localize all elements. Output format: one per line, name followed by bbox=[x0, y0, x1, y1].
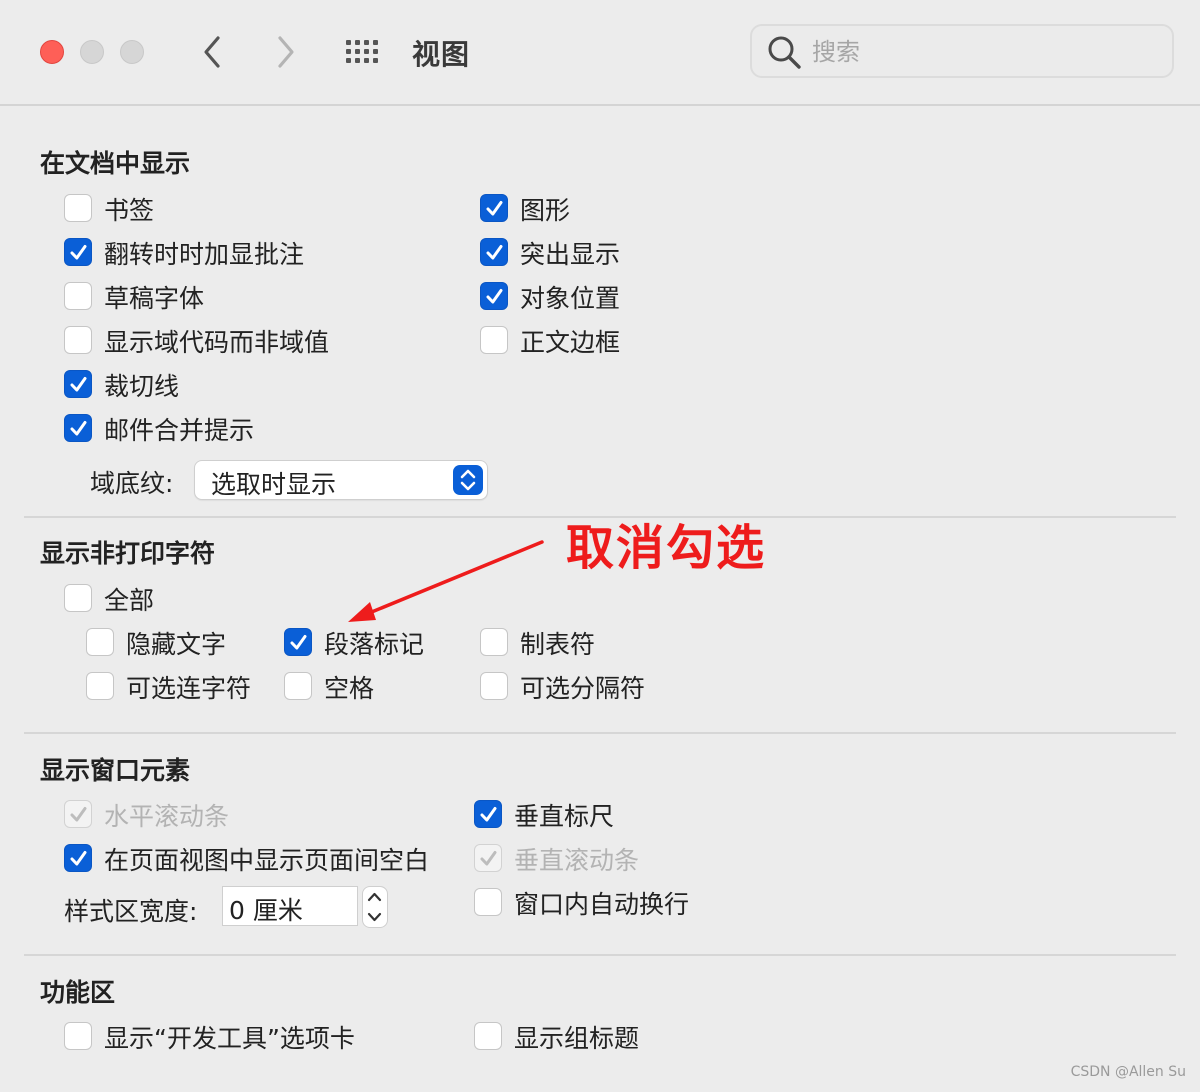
close-button[interactable] bbox=[40, 40, 64, 64]
checkbox-box bbox=[474, 844, 502, 872]
checkmark-icon bbox=[70, 377, 87, 392]
checkbox-label: 在页面视图中显示页面间空白 bbox=[104, 846, 430, 875]
checkmark-icon bbox=[486, 245, 503, 260]
checkbox-label: 隐藏文字 bbox=[126, 630, 227, 659]
checkbox-label: 水平滚动条 bbox=[104, 802, 230, 831]
checkbox-box[interactable] bbox=[480, 628, 508, 656]
chevron-left-icon bbox=[204, 36, 220, 68]
window-title: 视图 bbox=[412, 38, 471, 71]
checkbox-label: 垂直滚动条 bbox=[514, 846, 640, 875]
checkbox-label: 图形 bbox=[520, 196, 571, 225]
checkbox-label: 窗口内自动换行 bbox=[514, 890, 690, 919]
checkbox-label: 垂直标尺 bbox=[514, 802, 615, 831]
checkbox-box[interactable] bbox=[64, 326, 92, 354]
up-down-chevron-icon bbox=[460, 469, 476, 491]
checkbox-label: 全部 bbox=[104, 586, 155, 615]
section-title-nonprinting: 显示非打印字符 bbox=[40, 539, 216, 568]
section-title-ribbon: 功能区 bbox=[40, 978, 116, 1007]
annotation-label: 取消勾选 bbox=[566, 520, 767, 576]
style-area-width-input[interactable]: 0 厘米 bbox=[222, 886, 358, 926]
checkmark-icon bbox=[290, 635, 307, 650]
popup-arrow-button[interactable] bbox=[453, 465, 483, 495]
checkmark-icon bbox=[70, 807, 87, 822]
show-all-button[interactable] bbox=[344, 38, 384, 66]
field-shading-label: 域底纹: bbox=[90, 469, 174, 498]
checkmark-icon bbox=[486, 289, 503, 304]
checkbox-box[interactable] bbox=[480, 282, 508, 310]
checkbox-label: 段落标记 bbox=[324, 630, 425, 659]
checkbox-box[interactable] bbox=[86, 672, 114, 700]
checkbox-box[interactable] bbox=[474, 888, 502, 916]
section-divider bbox=[24, 954, 1176, 956]
annotation-arrow-icon bbox=[348, 540, 544, 622]
watermark: CSDN @Allen Su bbox=[1070, 1064, 1186, 1080]
chevron-up-icon bbox=[367, 892, 382, 902]
back-button[interactable] bbox=[198, 34, 228, 70]
forward-button[interactable] bbox=[270, 34, 300, 70]
checkbox-box[interactable] bbox=[284, 628, 312, 656]
checkbox-box[interactable] bbox=[64, 414, 92, 442]
field-shading-popup[interactable]: 选取时显示 bbox=[194, 460, 488, 500]
stepper-down-button[interactable] bbox=[363, 907, 386, 926]
section-divider bbox=[24, 732, 1176, 734]
checkbox-box[interactable] bbox=[64, 238, 92, 266]
checkbox-box[interactable] bbox=[474, 1022, 502, 1050]
checkbox-box[interactable] bbox=[480, 672, 508, 700]
checkmark-icon bbox=[70, 851, 87, 866]
checkbox-box[interactable] bbox=[480, 326, 508, 354]
checkbox-label: 翻转时时加显批注 bbox=[104, 240, 305, 269]
checkbox-label: 空格 bbox=[324, 674, 375, 703]
checkbox-label: 正文边框 bbox=[520, 328, 621, 357]
chevron-down-icon bbox=[367, 912, 382, 922]
style-area-width-label: 样式区宽度: bbox=[64, 897, 198, 926]
checkbox-box[interactable] bbox=[284, 672, 312, 700]
field-shading-value: 选取时显示 bbox=[211, 470, 337, 499]
checkmark-icon bbox=[70, 421, 87, 436]
checkbox-box[interactable] bbox=[64, 1022, 92, 1050]
checkbox-label: 书签 bbox=[104, 196, 155, 225]
checkbox-label: 突出显示 bbox=[520, 240, 621, 269]
section-title-window-elements: 显示窗口元素 bbox=[40, 756, 191, 785]
style-area-width-value: 0 厘米 bbox=[229, 896, 303, 925]
checkbox-box[interactable] bbox=[64, 584, 92, 612]
chevron-right-icon bbox=[278, 36, 294, 68]
checkbox-label: 裁切线 bbox=[104, 372, 180, 401]
style-area-width-stepper[interactable] bbox=[362, 886, 388, 928]
checkbox-label: 显示“开发工具”选项卡 bbox=[104, 1024, 355, 1053]
checkbox-label: 制表符 bbox=[520, 630, 596, 659]
checkbox-box[interactable] bbox=[86, 628, 114, 656]
checkbox-box[interactable] bbox=[480, 238, 508, 266]
zoom-button[interactable] bbox=[120, 40, 144, 64]
checkmark-icon bbox=[480, 851, 497, 866]
checkbox-box[interactable] bbox=[64, 194, 92, 222]
checkbox-label: 显示域代码而非域值 bbox=[104, 328, 330, 357]
checkbox-label: 可选连字符 bbox=[126, 674, 252, 703]
checkmark-icon bbox=[486, 201, 503, 216]
search-input[interactable] bbox=[812, 36, 1152, 68]
search-icon bbox=[768, 36, 801, 69]
minimize-button[interactable] bbox=[80, 40, 104, 64]
checkbox-box[interactable] bbox=[64, 282, 92, 310]
grid-icon bbox=[346, 40, 378, 63]
checkbox-box[interactable] bbox=[64, 370, 92, 398]
checkbox-box[interactable] bbox=[474, 800, 502, 828]
checkmark-icon bbox=[480, 807, 497, 822]
checkbox-box[interactable] bbox=[64, 844, 92, 872]
checkmark-icon bbox=[70, 245, 87, 260]
checkbox-label: 对象位置 bbox=[520, 284, 621, 313]
checkbox-box[interactable] bbox=[480, 194, 508, 222]
stepper-up-button[interactable] bbox=[363, 888, 386, 907]
section-title-show-in-document: 在文档中显示 bbox=[40, 149, 191, 178]
checkbox-label: 显示组标题 bbox=[514, 1024, 640, 1053]
checkbox-label: 草稿字体 bbox=[104, 284, 205, 313]
checkbox-label: 可选分隔符 bbox=[520, 674, 646, 703]
checkbox-label: 邮件合并提示 bbox=[104, 416, 255, 445]
checkbox-box bbox=[64, 800, 92, 828]
